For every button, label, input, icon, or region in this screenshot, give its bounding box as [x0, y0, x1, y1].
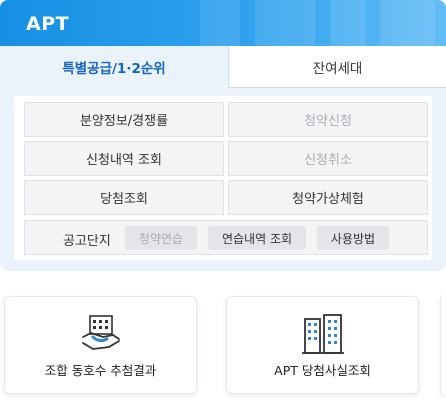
header-decoration	[330, 0, 366, 46]
application-history-button[interactable]: 신청내역 조회	[24, 141, 224, 176]
notice-complex-label: 공고단지	[63, 234, 111, 249]
apartment-buildings-icon	[301, 314, 344, 354]
practice-apply-button[interactable]: 청약연습	[125, 226, 197, 250]
cancel-application-button[interactable]: 신청취소	[228, 141, 428, 176]
header-decoration	[200, 0, 240, 46]
header-decoration	[380, 0, 435, 46]
partial-card	[440, 296, 446, 394]
apply-button[interactable]: 청약신청	[228, 102, 428, 137]
tab-bar: 특별공급/1·2순위 잔여세대	[0, 46, 446, 88]
card-label: 조합 동호수 추첨결과	[44, 363, 157, 378]
panel-header: APT	[0, 0, 446, 46]
notice-complex-row: 공고단지 청약연습 연습내역 조회 사용방법	[24, 220, 428, 255]
handshake-building-icon	[81, 315, 120, 350]
practice-history-button[interactable]: 연습내역 조회	[208, 226, 306, 250]
union-lottery-card[interactable]: 조합 동호수 추첨결과	[4, 296, 197, 394]
tab-special-supply[interactable]: 특별공급/1·2순위	[0, 46, 228, 88]
winner-lookup-button[interactable]: 당첨조회	[24, 180, 224, 215]
apt-panel: APT 특별공급/1·2순위 잔여세대 분양정보/경쟁률 청약신청 신청내역 조…	[0, 0, 446, 271]
header-decoration	[255, 0, 315, 46]
card-label: APT 당첨사실조회	[274, 363, 371, 378]
panel-title: APT	[26, 13, 70, 35]
sale-info-button[interactable]: 분양정보/경쟁률	[24, 102, 224, 137]
virtual-experience-button[interactable]: 청약가상체험	[228, 180, 428, 215]
how-to-use-button[interactable]: 사용방법	[317, 226, 389, 250]
menu-grid: 분양정보/경쟁률 청약신청 신청내역 조회 신청취소 당첨조회 청약가상체험 공…	[14, 96, 432, 260]
apt-winner-check-card[interactable]: APT 당첨사실조회	[226, 296, 419, 394]
tab-remaining-units[interactable]: 잔여세대	[228, 46, 446, 88]
